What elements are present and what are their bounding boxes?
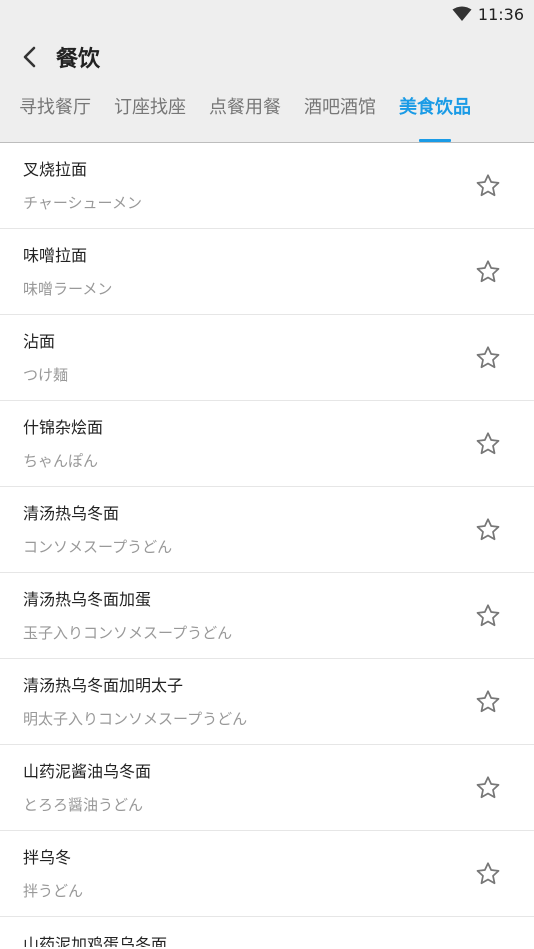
app-bar: 餐饮 xyxy=(0,28,534,86)
category-tabs: 寻找餐厅 订座找座 点餐用餐 酒吧酒馆 美食饮品 xyxy=(0,86,534,142)
phrase-list: 叉烧拉面 チャーシューメン 味噌拉面 味噌ラーメン 沾面 つけ麺 什锦杂烩面 ち… xyxy=(0,143,534,947)
item-name: 什锦杂烩面 xyxy=(23,417,104,437)
tab-ordering[interactable]: 点餐用餐 xyxy=(209,86,281,142)
item-reading: 明太子入りコンソメスープうどん xyxy=(23,709,248,728)
item-name: 沾面 xyxy=(23,331,56,351)
item-reading: 拌うどん xyxy=(23,881,84,900)
item-reading: チャーシューメン xyxy=(23,193,142,212)
list-item[interactable]: 沾面 つけ麺 xyxy=(0,315,534,401)
item-name: 山药泥加鸡蛋乌冬面 xyxy=(23,935,168,947)
list-item-partial[interactable]: 山药泥加鸡蛋乌冬面 xyxy=(0,917,534,947)
star-icon[interactable] xyxy=(474,688,502,716)
list-item[interactable]: 叉烧拉面 チャーシューメン xyxy=(0,143,534,229)
status-bar: 11:36 xyxy=(0,0,534,28)
tab-food-drinks[interactable]: 美食饮品 xyxy=(399,86,471,142)
list-item[interactable]: 清汤热乌冬面加蛋 玉子入りコンソメスープうどん xyxy=(0,573,534,659)
list-item[interactable]: 什锦杂烩面 ちゃんぽん xyxy=(0,401,534,487)
star-icon[interactable] xyxy=(474,344,502,372)
item-name: 清汤热乌冬面加明太子 xyxy=(23,675,184,695)
tab-bars[interactable]: 酒吧酒馆 xyxy=(304,86,376,142)
item-reading: 味噌ラーメン xyxy=(23,279,113,298)
list-item[interactable]: 味噌拉面 味噌ラーメン xyxy=(0,229,534,315)
item-name: 清汤热乌冬面加蛋 xyxy=(23,589,152,609)
list-item[interactable]: 清汤热乌冬面加明太子 明太子入りコンソメスープうどん xyxy=(0,659,534,745)
app-screen: 11:36 餐饮 寻找餐厅 订座找座 点餐用餐 酒吧酒馆 美食饮品 叉烧拉面 チ… xyxy=(0,0,534,949)
list-item[interactable]: 清汤热乌冬面 コンソメスープうどん xyxy=(0,487,534,573)
item-reading: 玉子入りコンソメスープうどん xyxy=(23,623,233,642)
star-icon[interactable] xyxy=(474,774,502,802)
item-name: 叉烧拉面 xyxy=(23,159,88,179)
star-icon[interactable] xyxy=(474,602,502,630)
item-name: 拌乌冬 xyxy=(23,847,72,867)
star-icon[interactable] xyxy=(474,860,502,888)
item-name: 山药泥酱油乌冬面 xyxy=(23,761,152,781)
back-arrow-icon xyxy=(23,46,36,68)
star-icon[interactable] xyxy=(474,430,502,458)
item-name: 味噌拉面 xyxy=(23,245,88,265)
item-reading: つけ麺 xyxy=(23,365,69,384)
tab-reservation[interactable]: 订座找座 xyxy=(114,86,186,142)
item-name: 清汤热乌冬面 xyxy=(23,503,120,523)
wifi-icon xyxy=(452,6,472,21)
star-icon[interactable] xyxy=(474,516,502,544)
list-item[interactable]: 拌乌冬 拌うどん xyxy=(0,831,534,917)
header: 11:36 餐饮 寻找餐厅 订座找座 点餐用餐 酒吧酒馆 美食饮品 xyxy=(0,0,534,143)
star-icon[interactable] xyxy=(474,258,502,286)
page-title: 餐饮 xyxy=(56,47,101,72)
star-icon[interactable] xyxy=(474,172,502,200)
item-reading: コンソメスープうどん xyxy=(23,537,173,556)
list-item[interactable]: 山药泥酱油乌冬面 とろろ醤油うどん xyxy=(0,745,534,831)
item-reading: とろろ醤油うどん xyxy=(23,795,144,814)
status-time: 11:36 xyxy=(477,4,524,24)
tab-find-restaurant[interactable]: 寻找餐厅 xyxy=(19,86,91,142)
item-reading: ちゃんぽん xyxy=(23,451,99,470)
back-button[interactable] xyxy=(8,35,52,79)
